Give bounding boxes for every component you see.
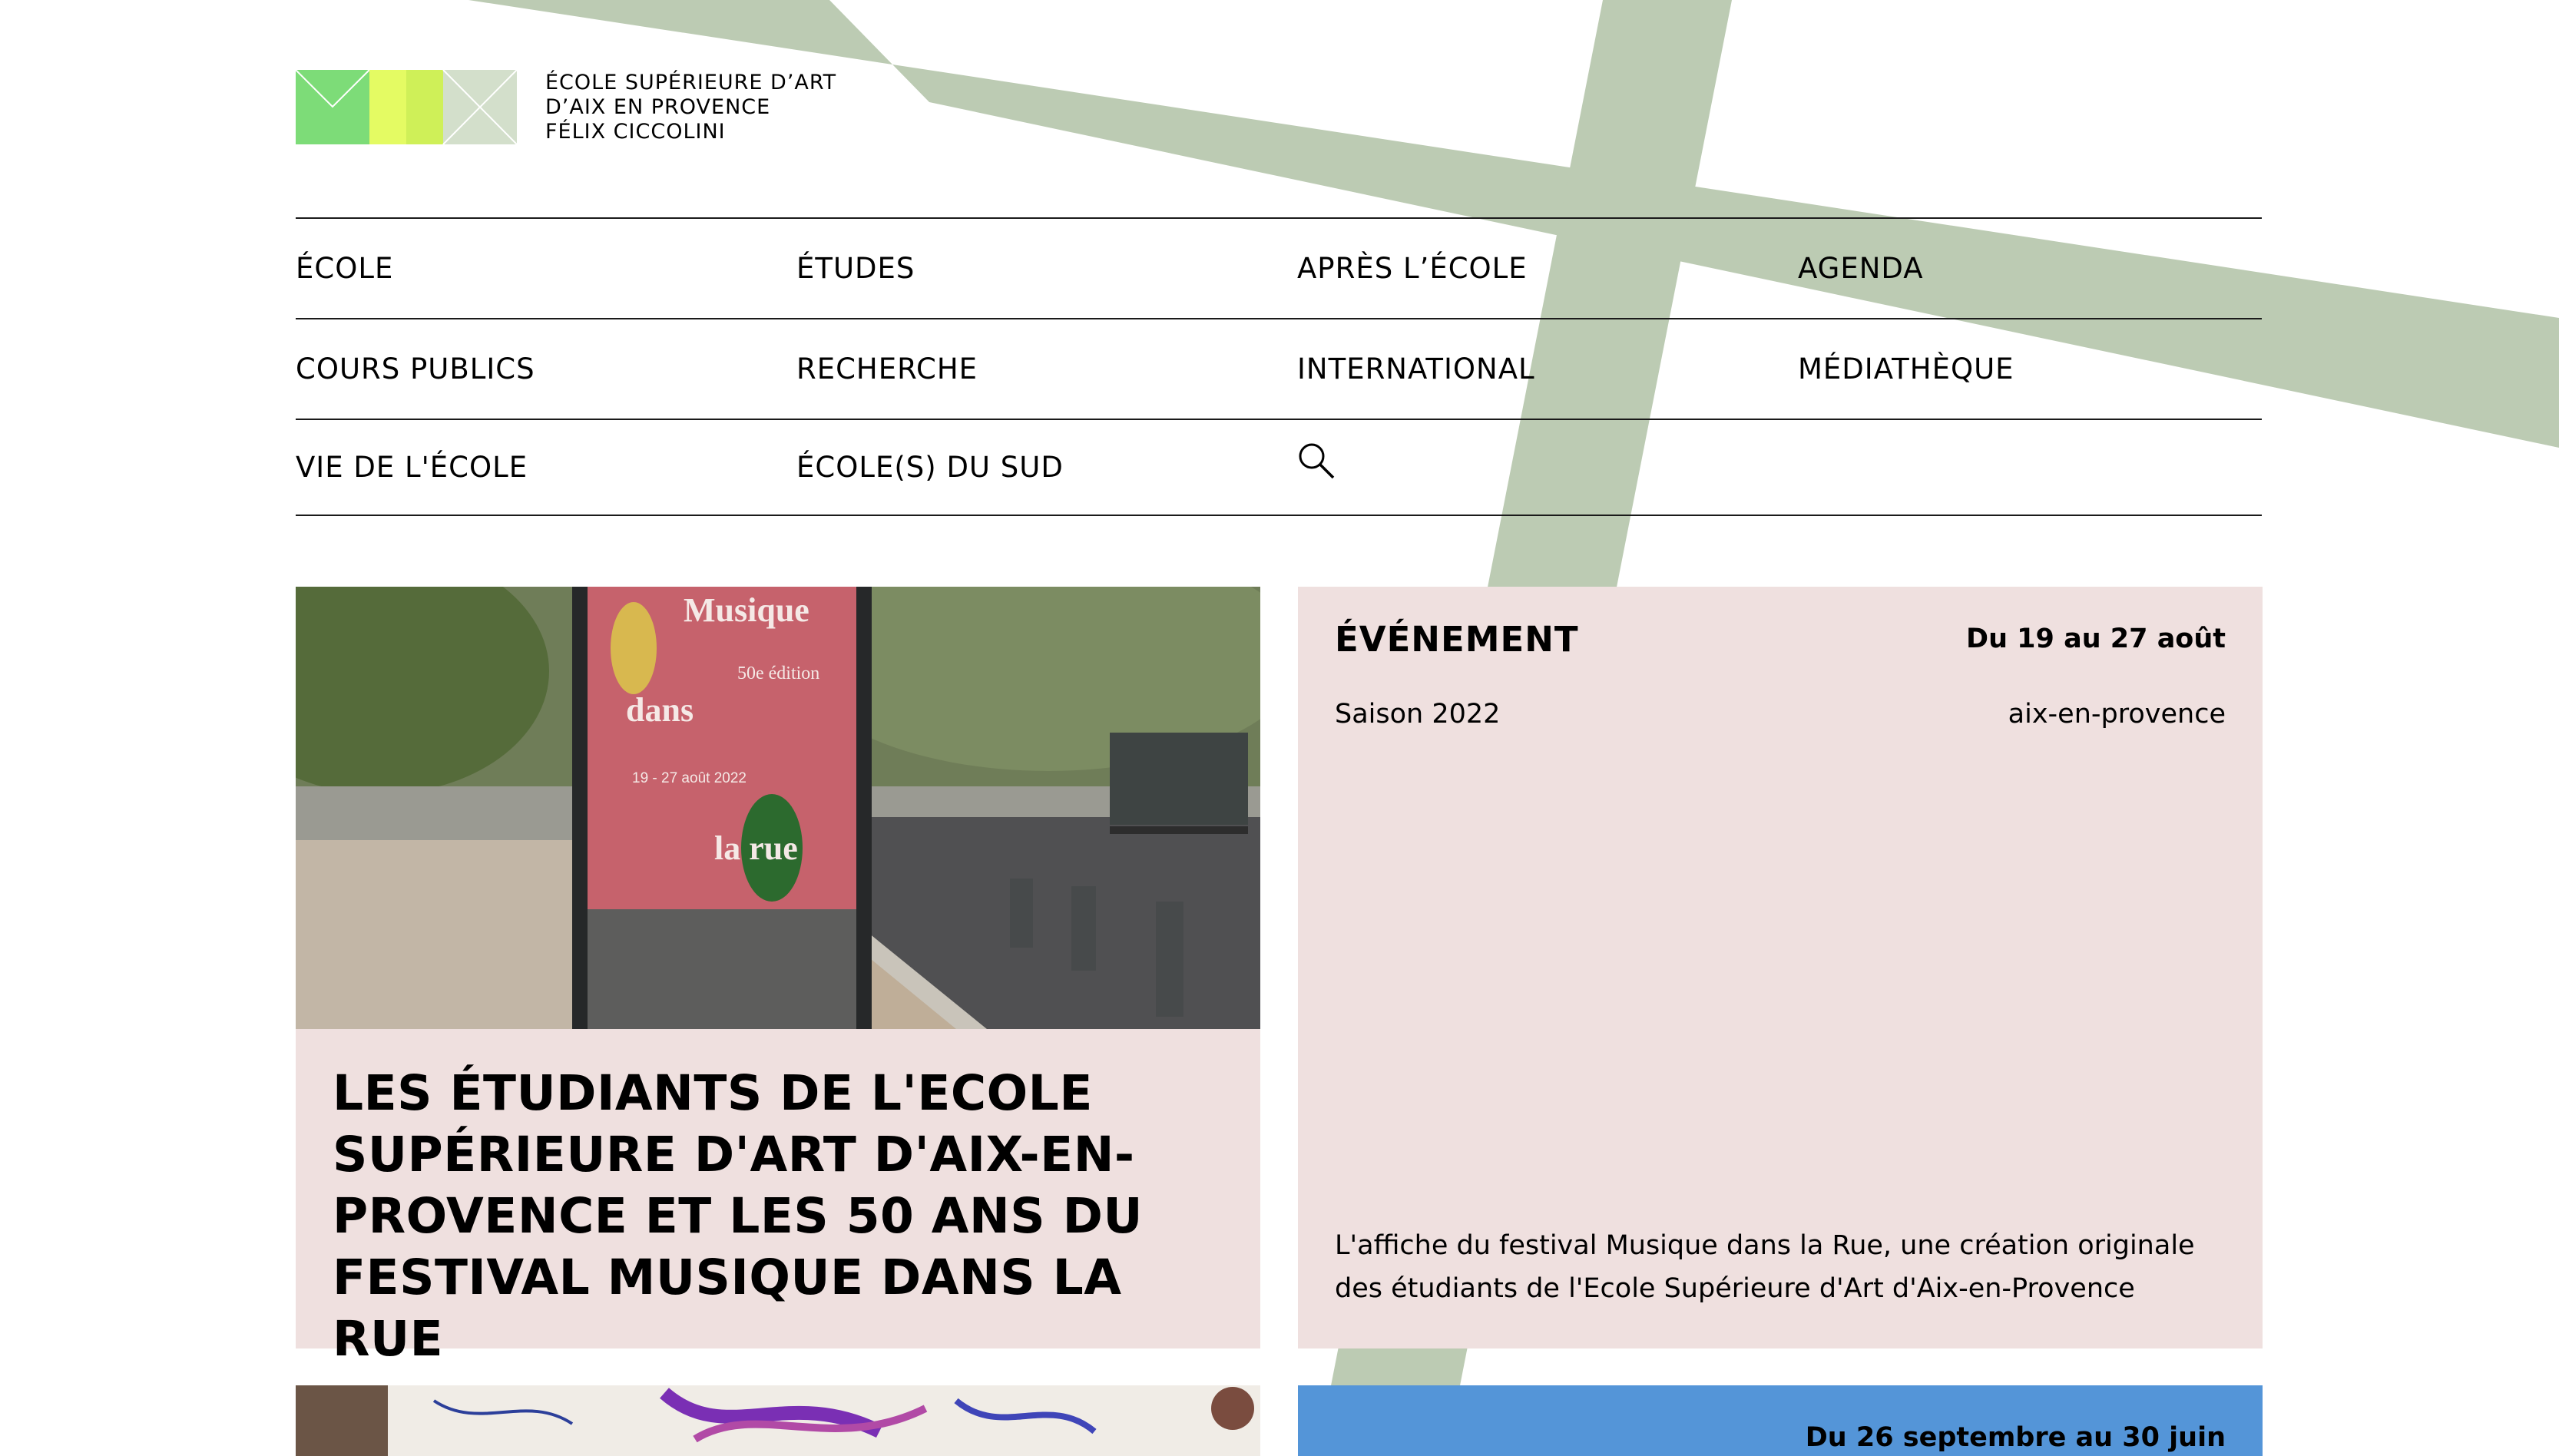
nav-item-etudes[interactable]: ÉTUDES bbox=[796, 252, 915, 285]
nav-item-apres-ecole[interactable]: APRÈS L’ÉCOLE bbox=[1297, 252, 1528, 285]
event-season: Saison 2022 bbox=[1335, 699, 1501, 730]
school-name-line-1: ÉCOLE SUPÉRIEURE D’ART bbox=[545, 71, 837, 94]
nav-item-mediatheque[interactable]: MÉDIATHÈQUE bbox=[1798, 352, 2014, 386]
event-date: Du 19 au 27 août bbox=[1966, 624, 2226, 654]
poster-title-bottom: la rue bbox=[714, 829, 798, 867]
event-location: aix-en-provence bbox=[2008, 699, 2226, 730]
next-event-card[interactable]: Du 26 septembre au 30 juin bbox=[1298, 1385, 2263, 1456]
poster-title-top: Musique bbox=[684, 591, 809, 629]
poster-edition: 50e édition bbox=[737, 663, 819, 683]
featured-article-card[interactable]: Musique 50e édition dans 19 - 27 août 20… bbox=[296, 587, 1260, 1367]
artwork-image bbox=[296, 1385, 1260, 1456]
next-event-date: Du 26 septembre au 30 juin bbox=[1805, 1422, 2226, 1453]
nav-item-vie-ecole[interactable]: VIE DE L'ÉCOLE bbox=[296, 451, 528, 484]
article-photo[interactable]: Musique 50e édition dans 19 - 27 août 20… bbox=[296, 587, 1260, 1029]
main-navigation: ÉCOLE ÉTUDES APRÈS L’ÉCOLE AGENDA COURS … bbox=[296, 217, 2262, 516]
school-name: ÉCOLE SUPÉRIEURE D’ART D’AIX EN PROVENCE… bbox=[545, 71, 836, 144]
article-headline[interactable]: LES ÉTUDIANTS DE L'ECOLE SUPÉRIEURE D'AR… bbox=[333, 1063, 1223, 1370]
nav-item-ecole[interactable]: ÉCOLE bbox=[296, 252, 393, 285]
school-name-line-3: FÉLIX CICCOLINI bbox=[545, 120, 726, 144]
school-logo[interactable] bbox=[295, 69, 518, 145]
event-category: ÉVÉNEMENT bbox=[1335, 619, 1579, 660]
logo-icon bbox=[295, 69, 518, 145]
nav-row-3: VIE DE L'ÉCOLE ÉCOLE(S) DU SUD bbox=[296, 419, 2262, 516]
street-poster-image: Musique 50e édition dans 19 - 27 août 20… bbox=[296, 587, 1260, 1029]
nav-item-international[interactable]: INTERNATIONAL bbox=[1297, 352, 1535, 386]
search-icon[interactable] bbox=[1297, 442, 1336, 480]
next-article-card[interactable] bbox=[296, 1385, 1260, 1456]
event-card[interactable]: ÉVÉNEMENT Du 19 au 27 août Saison 2022 a… bbox=[1298, 587, 2263, 1348]
poster-dates: 19 - 27 août 2022 bbox=[632, 770, 747, 786]
event-description: L'affiche du festival Musique dans la Ru… bbox=[1335, 1230, 2195, 1304]
nav-row-2: COURS PUBLICS RECHERCHE INTERNATIONAL MÉ… bbox=[296, 318, 2262, 419]
nav-row-1: ÉCOLE ÉTUDES APRÈS L’ÉCOLE AGENDA bbox=[296, 217, 2262, 318]
school-name-line-2: D’AIX EN PROVENCE bbox=[545, 95, 771, 119]
poster-title-mid: dans bbox=[626, 691, 694, 729]
nav-item-ecoles-du-sud[interactable]: ÉCOLE(S) DU SUD bbox=[796, 451, 1064, 484]
nav-item-recherche[interactable]: RECHERCHE bbox=[796, 352, 978, 386]
nav-item-agenda[interactable]: AGENDA bbox=[1798, 252, 1924, 285]
nav-item-cours-publics[interactable]: COURS PUBLICS bbox=[296, 352, 535, 386]
